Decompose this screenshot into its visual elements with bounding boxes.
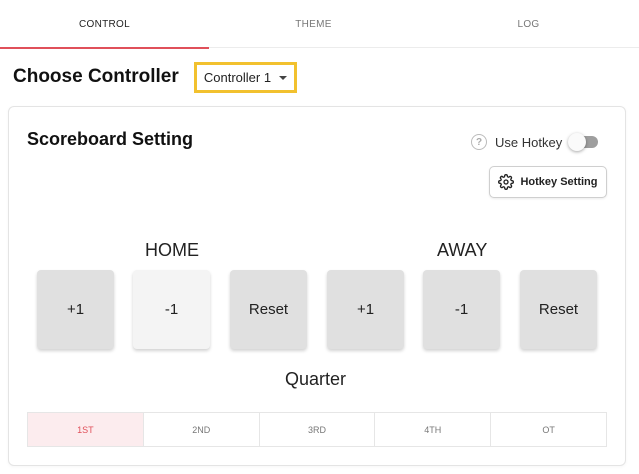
quarter-tab-1st[interactable]: 1ST — [28, 413, 144, 446]
home-label: HOME — [145, 240, 199, 260]
home-plus-one-button[interactable]: +1 — [37, 270, 114, 349]
quarter-label: Quarter — [285, 369, 347, 389]
controller-select[interactable]: Controller 1 — [194, 62, 297, 93]
page-title: Choose Controller — [13, 66, 179, 87]
tab-log[interactable]: LOG — [418, 0, 639, 48]
caret-down-icon — [279, 75, 288, 80]
use-hotkey-toggle[interactable] — [568, 133, 599, 151]
away-minus-one-button[interactable]: -1 — [423, 270, 500, 349]
away-label: AWAY — [437, 240, 488, 260]
scoreboard-card: Scoreboard Setting ? Use Hotkey Hotkey S… — [8, 106, 626, 466]
toggle-knob — [568, 133, 587, 151]
quarter-tab-ot[interactable]: OT — [491, 413, 606, 446]
quarter-tab-2nd[interactable]: 2ND — [144, 413, 260, 446]
use-hotkey-row: ? Use Hotkey — [471, 132, 599, 152]
tab-theme[interactable]: THEME — [209, 0, 418, 48]
home-minus-one-button[interactable]: -1 — [133, 270, 210, 349]
home-reset-button[interactable]: Reset — [230, 270, 307, 349]
quarter-tab-4th[interactable]: 4TH — [375, 413, 492, 446]
quarter-tab-3rd[interactable]: 3RD — [260, 413, 376, 446]
question-circle-icon[interactable]: ? — [471, 134, 487, 150]
away-plus-one-button[interactable]: +1 — [327, 270, 404, 349]
quarter-tabs: 1ST 2ND 3RD 4TH OT — [27, 412, 607, 447]
hotkey-setting-label: Hotkey Setting — [520, 176, 598, 188]
controller-select-value: Controller 1 — [203, 70, 272, 85]
card-title: Scoreboard Setting — [27, 129, 194, 149]
away-reset-button[interactable]: Reset — [520, 270, 597, 349]
gear-icon — [498, 174, 515, 190]
tab-control[interactable]: CONTROL — [0, 0, 209, 49]
use-hotkey-label: Use Hotkey — [495, 134, 563, 150]
hotkey-setting-button[interactable]: Hotkey Setting — [489, 166, 607, 198]
main-tabs: CONTROL THEME LOG — [0, 0, 639, 49]
